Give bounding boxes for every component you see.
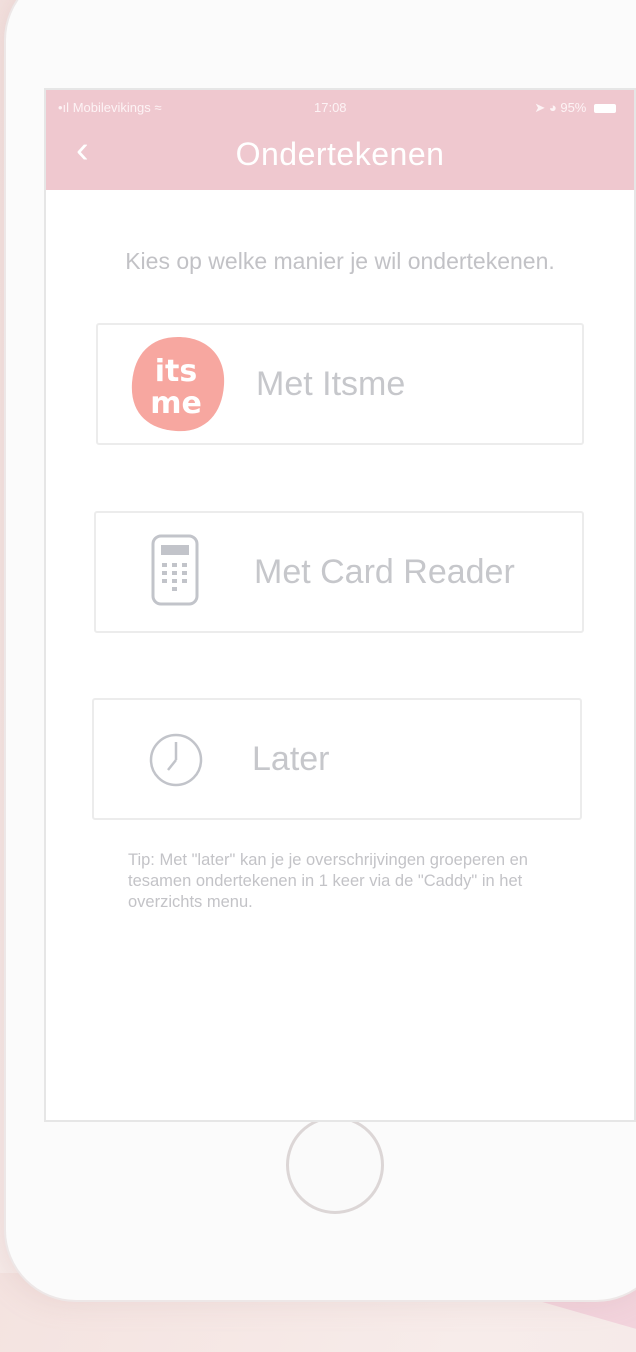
battery-percent: 95% bbox=[560, 100, 587, 115]
tip-text: Tip: Met "later" kan je je overschrijvin… bbox=[128, 851, 528, 911]
option-label: Later bbox=[252, 740, 330, 778]
status-right: ➤ ◕ 95% bbox=[534, 100, 616, 116]
carrier-label: •ıl Mobilevikings ≈ bbox=[58, 100, 162, 115]
option-label: Met Card Reader bbox=[254, 553, 515, 591]
option-card-reader[interactable]: Met Card Reader bbox=[94, 511, 584, 633]
option-later[interactable]: Later bbox=[92, 698, 582, 820]
signal-icon: •ıl bbox=[58, 100, 70, 115]
headphones-icon: ◕ bbox=[548, 100, 557, 115]
page-title: Ondertekenen bbox=[235, 136, 445, 172]
battery-icon bbox=[594, 104, 616, 114]
app-header: •ıl Mobilevikings ≈ 17:08 ➤ ◕ 95% ‹ Onde… bbox=[46, 90, 634, 190]
status-time: 17:08 bbox=[314, 100, 347, 115]
option-itsme[interactable]: its me Met Itsme bbox=[96, 323, 584, 445]
wifi-icon: ≈ bbox=[154, 100, 162, 115]
app-screen: •ıl Mobilevikings ≈ 17:08 ➤ ◕ 95% ‹ Onde… bbox=[44, 88, 636, 1122]
location-icon: ➤ bbox=[534, 100, 546, 115]
itsme-logo-icon: its me bbox=[131, 337, 225, 432]
clock-icon bbox=[149, 733, 203, 787]
home-button[interactable] bbox=[286, 1116, 384, 1214]
option-label: Met Itsme bbox=[256, 365, 406, 403]
card-reader-icon bbox=[151, 534, 199, 606]
svg-text:its: its bbox=[155, 354, 197, 389]
svg-text:me: me bbox=[150, 386, 202, 421]
instruction-text: Kies op welke manier je wil ondertekenen… bbox=[125, 248, 555, 274]
status-bar: •ıl Mobilevikings ≈ 17:08 ➤ ◕ 95% bbox=[46, 98, 634, 118]
